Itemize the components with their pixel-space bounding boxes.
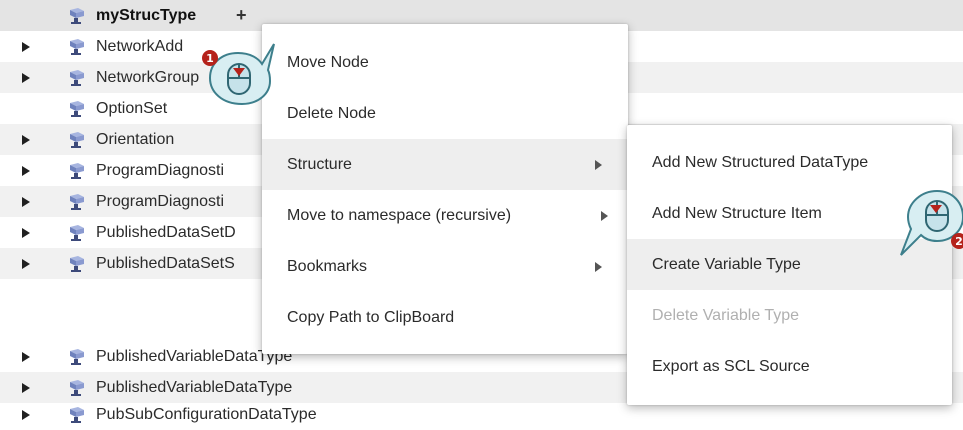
menu-item-label: Bookmarks	[287, 257, 368, 275]
submenu-arrow-icon	[595, 261, 602, 272]
expand-arrow-icon[interactable]	[22, 351, 30, 362]
datatype-node-icon	[68, 131, 86, 149]
mouse-callout-step-1: 1	[198, 38, 278, 110]
datatype-node-icon	[68, 379, 86, 397]
tree-row-label: NetworkAdd	[96, 37, 184, 55]
menu-item-label: Add New Structured DataType	[652, 153, 869, 171]
tree-row-label: ProgramDiagnosti	[96, 192, 225, 210]
mouse-click-icon	[900, 189, 963, 256]
add-icon[interactable]: +	[236, 5, 247, 26]
datatype-node-icon	[68, 406, 86, 424]
menu-item-move-to-namespace[interactable]: Move to namespace (recursive)	[262, 190, 628, 241]
menu-item-copy-path[interactable]: Copy Path to ClipBoard	[262, 292, 628, 343]
step-badge: 1	[202, 50, 218, 66]
menu-item-bookmarks[interactable]: Bookmarks	[262, 241, 628, 292]
tree-row-label: myStrucType	[96, 6, 197, 24]
context-menu: Move Node Delete Node Structure Move to …	[262, 24, 628, 354]
menu-item-delete-node[interactable]: Delete Node	[262, 88, 628, 139]
menu-item-label: Move to namespace (recursive)	[287, 206, 512, 224]
menu-item-label: Export as SCL Source	[652, 357, 810, 375]
expand-arrow-icon[interactable]	[22, 258, 30, 269]
tree-row-label: PublishedDataSetS	[96, 254, 235, 272]
submenu-arrow-icon	[595, 159, 602, 170]
menu-item-label: Delete Node	[287, 104, 376, 122]
expand-arrow-icon[interactable]	[22, 165, 30, 176]
tree-row-label: PublishedVariableDataType	[96, 378, 293, 396]
expand-arrow-icon[interactable]	[22, 409, 30, 420]
expand-arrow-icon[interactable]	[22, 382, 30, 393]
menu-item-label: Delete Variable Type	[652, 306, 800, 324]
menu-item-label: Add New Structure Item	[652, 204, 822, 222]
menu-item-structure[interactable]: Structure	[262, 139, 628, 190]
menu-item-label: Create Variable Type	[652, 255, 801, 273]
datatype-node-icon	[68, 38, 86, 56]
submenu-arrow-icon	[601, 210, 608, 221]
tree-row-label: PubSubConfigurationDataType	[96, 405, 317, 423]
menu-item-add-structured-datatype[interactable]: Add New Structured DataType	[627, 137, 952, 188]
tree-row-label: PublishedDataSetD	[96, 223, 236, 241]
datatype-node-icon	[68, 162, 86, 180]
datatype-node-icon	[68, 69, 86, 87]
menu-item-label: Copy Path to ClipBoard	[287, 308, 455, 326]
structure-submenu: Add New Structured DataType Add New Stru…	[627, 125, 952, 405]
tree-row-label: Orientation	[96, 130, 175, 148]
menu-item-move-node[interactable]: Move Node	[262, 37, 628, 88]
menu-item-label: Structure	[287, 155, 352, 173]
menu-item-delete-variable-type: Delete Variable Type	[627, 290, 952, 341]
datatype-node-icon	[68, 255, 86, 273]
datatype-node-icon	[68, 193, 86, 211]
mouse-callout-step-2: 2	[893, 185, 963, 263]
tree-row-label: OptionSet	[96, 99, 168, 117]
tree-row-label: ProgramDiagnosti	[96, 161, 225, 179]
menu-item-export-scl-source[interactable]: Export as SCL Source	[627, 341, 952, 392]
expand-arrow-icon[interactable]	[22, 72, 30, 83]
expand-arrow-icon[interactable]	[22, 196, 30, 207]
expand-arrow-icon[interactable]	[22, 227, 30, 238]
tree-row-label: NetworkGroup	[96, 68, 200, 86]
datatype-node-icon	[68, 7, 86, 25]
expand-arrow-icon[interactable]	[22, 41, 30, 52]
mouse-click-icon	[208, 43, 275, 106]
datatype-node-icon	[68, 100, 86, 118]
datatype-node-icon	[68, 224, 86, 242]
expand-arrow-icon[interactable]	[22, 134, 30, 145]
datatype-node-icon	[68, 348, 86, 366]
step-badge: 2	[951, 233, 963, 249]
menu-item-label: Move Node	[287, 53, 369, 71]
